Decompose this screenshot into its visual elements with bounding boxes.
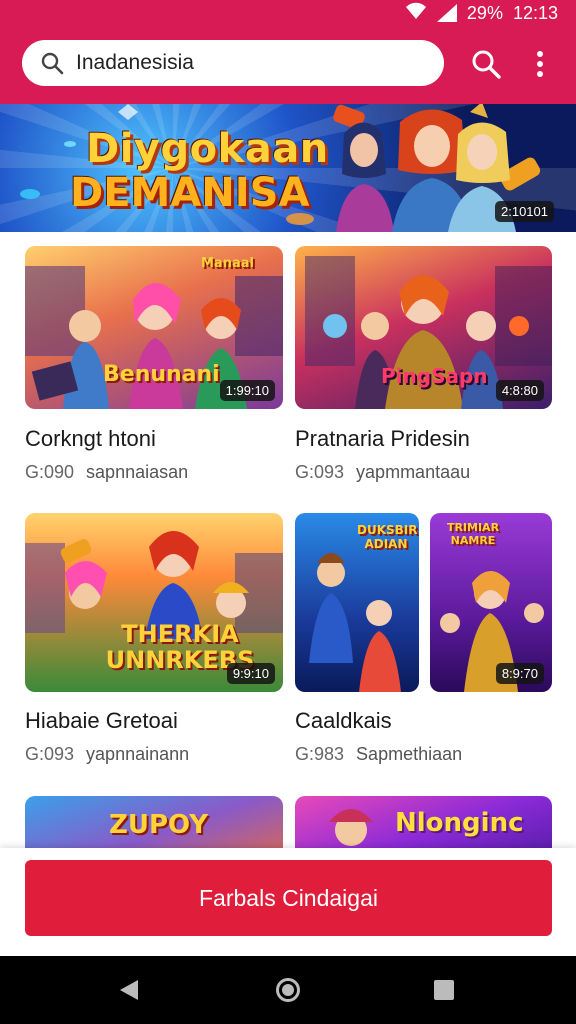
video-meta: G:983 Sapmethiaan <box>295 744 462 765</box>
search-icon <box>41 52 64 75</box>
thumbnail-title: ZUPOY <box>109 810 209 840</box>
video-time: G:983 <box>295 744 345 764</box>
home-icon[interactable] <box>276 978 300 1002</box>
more-options-icon[interactable] <box>528 46 552 82</box>
thumbnail-title: DUKSBIR ADIAN <box>357 523 418 551</box>
thumbnail-title: Nlonginc <box>395 808 524 838</box>
recent-apps-icon[interactable] <box>434 980 454 1000</box>
signal-icon <box>436 4 457 22</box>
video-time: G:093 <box>25 744 75 764</box>
video-title[interactable]: Caaldkais <box>295 708 392 734</box>
video-time: G:090 <box>25 462 75 482</box>
channel-name[interactable]: yapnnainann <box>86 744 189 764</box>
app-bar <box>0 26 576 104</box>
banner-title: Diygokaan <box>86 126 329 172</box>
video-thumbnail[interactable]: THERKIA UNNRKEBS 9:9:10 <box>25 513 283 692</box>
thumbnail-tag: Manaal <box>201 256 254 271</box>
duration-badge: 4:8:80 <box>495 380 544 401</box>
clock: 12:13 <box>512 2 558 23</box>
video-time: G:093 <box>295 462 345 482</box>
channel-name[interactable]: yapmmantaau <box>356 462 470 482</box>
search-input[interactable] <box>76 51 396 75</box>
thumbnail-tag: TRIMIAR NAMRE <box>446 521 500 547</box>
video-meta: G:090 sapnnaiasan <box>25 462 188 483</box>
duration-badge: 8:9:70 <box>495 663 544 684</box>
channel-name[interactable]: sapnnaiasan <box>86 462 188 482</box>
duration-badge: 9:9:10 <box>226 663 275 684</box>
channel-name[interactable]: Sapmethiaan <box>356 744 462 764</box>
featured-banner[interactable]: Diygokaan DEMANISA 2:10101 <box>0 104 576 232</box>
bottom-action-bar: Farbals Cindaigai <box>0 848 576 956</box>
system-nav-bar <box>0 956 576 1024</box>
video-meta: G:093 yapmmantaau <box>295 462 470 483</box>
wifi-icon <box>405 2 427 25</box>
video-meta: G:093 yapnnainann <box>25 744 189 765</box>
duration-badge: 2:10101 <box>495 201 554 222</box>
thumbnail-title: PingSapn <box>381 364 488 388</box>
search-box[interactable] <box>22 40 444 86</box>
video-title[interactable]: Corkngt htoni <box>25 426 156 452</box>
video-title[interactable]: Pratnaria Pridesin <box>295 426 470 452</box>
duration-badge: 1:99:10 <box>219 380 275 401</box>
video-thumbnail[interactable]: Benunani Manaal 1:99:10 <box>25 246 283 409</box>
video-thumbnail[interactable]: DUKSBIR ADIAN <box>295 513 419 692</box>
back-icon[interactable] <box>120 980 138 1000</box>
search-icon[interactable] <box>470 48 502 80</box>
video-thumbnail[interactable]: PingSapn 4:8:80 <box>295 246 552 409</box>
status-bar: 29% 12:13 <box>0 0 576 26</box>
video-title[interactable]: Hiabaie Gretoai <box>25 708 178 734</box>
video-thumbnail[interactable]: TRIMIAR NAMRE 8:9:70 <box>430 513 552 692</box>
banner-subtitle: DEMANISA <box>70 170 310 216</box>
thumbnail-title: Benunani <box>103 362 220 387</box>
battery-level: 29% <box>466 2 503 23</box>
primary-cta-button[interactable]: Farbals Cindaigai <box>25 860 552 936</box>
